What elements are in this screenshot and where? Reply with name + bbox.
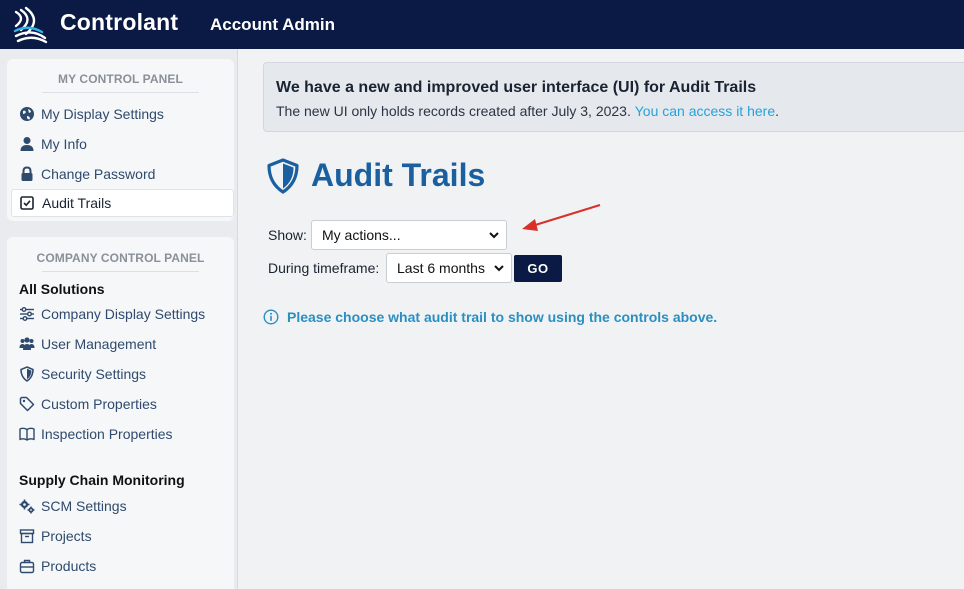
checkbox-icon [20,196,34,210]
sidebar-item-label: Change Password [41,166,156,182]
chevron-down-icon [489,232,499,239]
sidebar: MY CONTROL PANEL My Display Settings My … [0,49,238,589]
sidebar-item-my-info[interactable]: My Info [11,130,234,158]
panel-title: COMPANY CONTROL PANEL [36,251,205,265]
sidebar-item-products[interactable]: Products [11,552,234,580]
sidebar-item-label: Custom Properties [41,396,157,412]
gears-icon [19,499,35,514]
banner-text-before: The new UI only holds records created af… [276,103,631,119]
user-icon [20,137,34,151]
divider [42,271,199,272]
show-select[interactable]: My actions... [311,220,507,250]
timeframe-select[interactable]: Last 6 months [386,253,512,283]
show-label: Show: [268,227,307,243]
sidebar-item-label: SCM Settings [41,498,127,514]
controlant-logo-icon[interactable] [12,6,50,44]
sidebar-item-label: Products [41,558,97,574]
sliders-icon [20,307,34,321]
sidebar-item-label: Projects [41,528,92,544]
sidebar-item-label: Inspection Properties [41,426,173,442]
chevron-down-icon [494,265,504,272]
book-icon [19,427,35,441]
annotation-arrow-icon [522,203,601,231]
shield-icon [20,366,34,382]
sidebar-item-change-password[interactable]: Change Password [11,160,234,188]
sidebar-item-label: User Management [41,336,157,352]
users-icon [19,337,35,350]
banner-text: The new UI only holds records created af… [276,103,779,119]
sidebar-item-projects[interactable]: Projects [11,522,234,550]
sidebar-item-custom-properties[interactable]: Custom Properties [11,390,234,418]
archive-icon [19,529,35,544]
app-name: Account Admin [210,15,335,34]
sidebar-item-audit-trails[interactable]: Audit Trails [11,189,234,217]
divider [42,92,199,93]
info-icon [263,309,279,325]
sidebar-item-label: Company Display Settings [41,306,206,322]
timeframe-select-value: Last 6 months [397,260,485,276]
sidebar-item-label: My Display Settings [41,106,164,122]
briefcase-icon [19,559,35,574]
page-title: Audit Trails [311,157,486,193]
info-message: Please choose what audit trail to show u… [287,309,718,325]
sidebar-item-inspection-properties[interactable]: Inspection Properties [11,420,234,448]
banner-title: We have a new and improved user interfac… [276,79,757,96]
sidebar-item-scm-settings[interactable]: SCM Settings [11,492,234,520]
tag-icon [19,396,35,412]
sidebar-item-my-display-settings[interactable]: My Display Settings [11,100,234,128]
banner-text-after: . [775,103,779,119]
sidebar-item-label: Audit Trails [42,195,112,211]
new-ui-link[interactable]: You can access it here [635,103,775,119]
show-select-value: My actions... [322,227,401,243]
section-heading-all-solutions: All Solutions [19,281,105,297]
my-control-panel: MY CONTROL PANEL My Display Settings My … [7,59,234,221]
timeframe-label: During timeframe: [268,260,380,276]
new-ui-banner: We have a new and improved user interfac… [263,62,964,132]
brand-name[interactable]: Controlant [60,9,178,36]
shield-icon [267,158,299,194]
globe-icon [20,107,34,121]
lock-icon [21,166,33,181]
sidebar-item-label: Security Settings [41,366,147,382]
sidebar-item-company-display-settings[interactable]: Company Display Settings [11,300,234,328]
section-heading-supply-chain-monitoring: Supply Chain Monitoring [19,472,185,488]
panel-title: MY CONTROL PANEL [58,72,183,86]
go-button[interactable]: GO [514,255,562,282]
company-control-panel: COMPANY CONTROL PANEL All Solutions Comp… [7,237,234,589]
sidebar-item-security-settings[interactable]: Security Settings [11,360,234,388]
sidebar-item-user-management[interactable]: User Management [11,330,234,358]
sidebar-item-label: My Info [41,136,87,152]
top-bar: Controlant Account Admin [0,0,964,49]
